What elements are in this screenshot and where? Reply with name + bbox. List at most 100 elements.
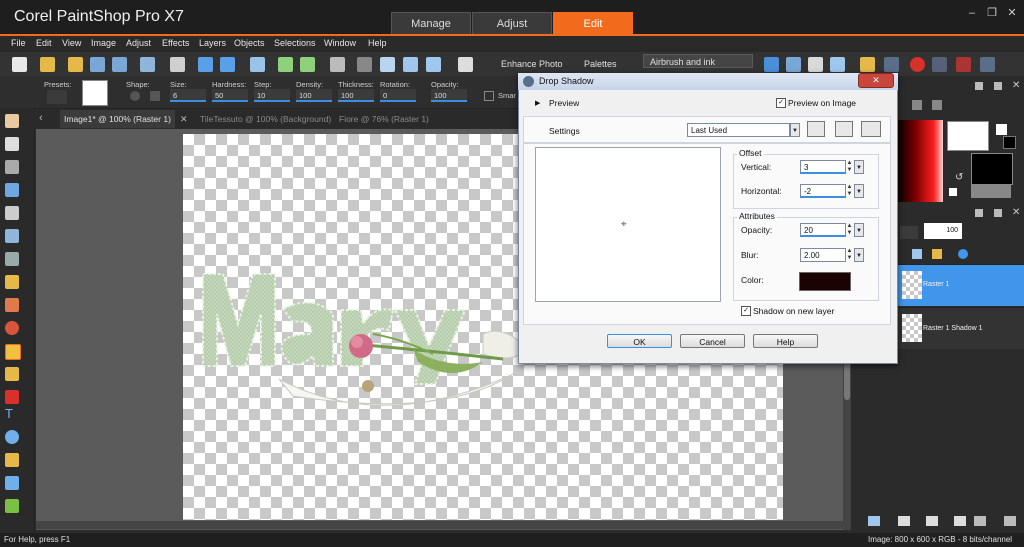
resize-icon[interactable]	[250, 57, 265, 72]
tab-edit[interactable]: Edit	[553, 12, 633, 34]
delete-layer-icon[interactable]	[974, 516, 986, 526]
layer-opacity-field[interactable]: 100	[924, 223, 962, 239]
menu-layers[interactable]: Layers	[199, 38, 226, 48]
manage-presets-icon[interactable]	[861, 121, 881, 137]
doc-tab-fiore[interactable]: Fiore @ 76% (Raster 1)	[335, 110, 433, 128]
expand-preview-icon[interactable]: ▶	[535, 99, 540, 107]
cancel-script-icon[interactable]	[956, 57, 971, 72]
layers-close-icon[interactable]: ✕	[1012, 207, 1020, 218]
horizontal-input[interactable]: -2	[800, 184, 846, 198]
minimize-icon[interactable]: –	[964, 6, 980, 20]
size-field[interactable]: 6	[170, 89, 206, 102]
hardness-field[interactable]: 50	[212, 89, 248, 102]
run-script-icon[interactable]	[860, 57, 875, 72]
reset-preset-icon[interactable]	[835, 121, 853, 137]
print-icon[interactable]	[170, 57, 185, 72]
foreground-swatch[interactable]	[947, 121, 989, 151]
save-preset-icon[interactable]	[807, 121, 825, 137]
settings-dropdown[interactable]: Last Used	[687, 123, 790, 137]
save-as-icon[interactable]	[112, 57, 127, 72]
presets-picker[interactable]	[47, 90, 67, 104]
new-mask-icon[interactable]	[926, 516, 938, 526]
redo-icon[interactable]	[220, 57, 235, 72]
makeover-tool-icon[interactable]	[5, 275, 19, 289]
blend-mode-dropdown[interactable]	[900, 226, 918, 239]
swap-colors-icon[interactable]: ↺	[955, 172, 963, 183]
materials-close-icon[interactable]: ✕	[1012, 80, 1020, 91]
save-icon[interactable]	[90, 57, 105, 72]
blur-input[interactable]: 2.00	[800, 248, 846, 262]
preview-window[interactable]	[535, 147, 721, 302]
horizontal-spinner[interactable]: ▲ ▼	[846, 184, 853, 198]
fg-color-chip[interactable]	[996, 124, 1007, 135]
stop-script-icon[interactable]	[884, 57, 899, 72]
menu-image[interactable]: Image	[91, 38, 116, 48]
close-icon[interactable]: ✕	[1004, 6, 1020, 20]
transparent-toggle-icon[interactable]	[949, 188, 957, 196]
swatch-tab-icon[interactable]	[912, 100, 922, 110]
blur-spinner[interactable]: ▲ ▼	[846, 248, 853, 262]
share-icon[interactable]	[140, 57, 155, 72]
dialog-close-icon[interactable]: ✕	[858, 73, 894, 88]
materials-options-icon[interactable]	[994, 82, 1002, 90]
text-overlay-tool-icon[interactable]	[5, 252, 19, 266]
grid-icon[interactable]	[357, 57, 372, 72]
tab-manage[interactable]: Manage	[391, 12, 471, 34]
dodge-tool-icon[interactable]	[5, 367, 19, 381]
smart-checkbox[interactable]	[484, 91, 494, 101]
paint-brush-tool-icon[interactable]	[5, 344, 21, 360]
shadow-new-layer-checkbox[interactable]: ✓	[741, 306, 751, 316]
selection-tool-icon[interactable]	[5, 160, 19, 174]
zoom-in-icon[interactable]	[426, 57, 441, 72]
square-shape-icon[interactable]	[150, 91, 160, 101]
brush-tip-preview[interactable]	[82, 80, 108, 106]
pen-tool-icon[interactable]	[5, 453, 19, 467]
new-vector-layer-icon[interactable]	[898, 516, 910, 526]
settings-dropdown-arrow[interactable]: ▼	[790, 123, 800, 137]
blur-slider-arrow[interactable]: ▼	[854, 248, 864, 262]
round-shape-icon[interactable]	[130, 91, 140, 101]
menu-view[interactable]: View	[62, 38, 81, 48]
clone-tool-icon[interactable]	[5, 298, 19, 312]
preview-on-image-checkbox[interactable]: ✓	[776, 98, 786, 108]
menu-selections[interactable]: Selections	[274, 38, 316, 48]
pause-icon[interactable]	[932, 57, 947, 72]
menu-file[interactable]: File	[11, 38, 26, 48]
vertical-input[interactable]: 3	[800, 160, 846, 174]
rotate-right-icon[interactable]	[300, 57, 315, 72]
crop-icon[interactable]	[330, 57, 345, 72]
horizontal-scrollbar[interactable]	[36, 521, 844, 529]
background-swatch[interactable]	[971, 153, 1013, 185]
duplicate-layer-icon[interactable]	[954, 516, 966, 526]
play-script-icon[interactable]	[764, 57, 779, 72]
vertical-slider-arrow[interactable]: ▼	[854, 160, 864, 174]
link-layer-icon[interactable]	[912, 249, 922, 259]
help-button[interactable]: Help	[753, 334, 818, 348]
rainbow-tab-icon[interactable]	[932, 100, 942, 110]
menu-edit[interactable]: Edit	[36, 38, 52, 48]
art-media-tool-icon[interactable]	[5, 499, 19, 513]
crop-tool-icon[interactable]	[5, 206, 19, 220]
new-file-icon[interactable]	[12, 57, 27, 72]
step-field[interactable]: 10	[254, 89, 290, 102]
menu-adjust[interactable]: Adjust	[126, 38, 151, 48]
color-picker-area[interactable]	[897, 120, 943, 202]
layers-menu-icon[interactable]	[975, 209, 983, 217]
shadow-color-swatch[interactable]	[799, 272, 851, 291]
script-icon[interactable]	[786, 57, 801, 72]
doc-tab-tiletessuto[interactable]: TileTessuto @ 100% (Background)	[196, 110, 335, 128]
lock-layer-icon[interactable]	[932, 249, 942, 259]
opacity-field[interactable]: 100	[431, 89, 467, 102]
rotation-field[interactable]: 0	[380, 89, 416, 102]
palettes-menu[interactable]: Palettes	[584, 59, 617, 69]
menu-effects[interactable]: Effects	[162, 38, 189, 48]
layers-options-icon[interactable]	[994, 209, 1002, 217]
enhance-photo-menu[interactable]: Enhance Photo	[501, 59, 563, 69]
opacity-input[interactable]: 20	[800, 223, 846, 237]
bg-color-chip[interactable]	[1003, 136, 1016, 149]
layer-properties-icon[interactable]	[1004, 516, 1016, 526]
text-tool-icon[interactable]: T	[5, 406, 19, 421]
new-raster-layer-icon[interactable]	[868, 516, 880, 526]
horizontal-slider-arrow[interactable]: ▼	[854, 184, 864, 198]
thickness-field[interactable]: 100	[338, 89, 374, 102]
